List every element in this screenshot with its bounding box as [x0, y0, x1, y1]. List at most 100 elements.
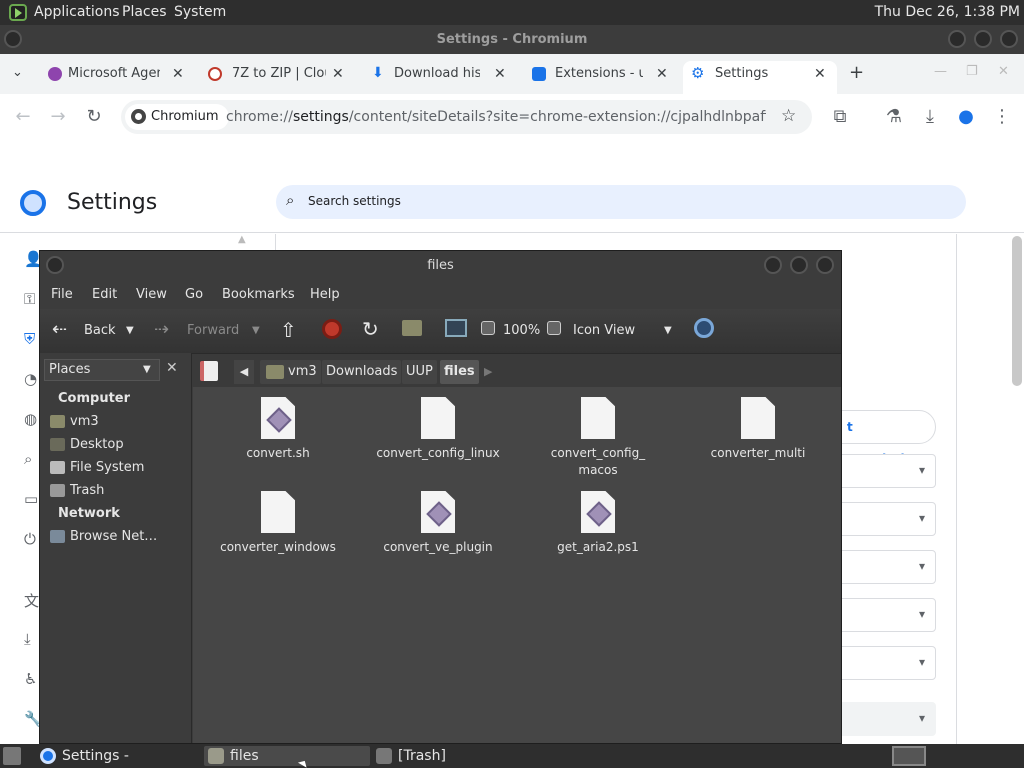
file-item[interactable]: get_aria2.ps1: [523, 491, 673, 556]
close-icon[interactable]: ✕: [494, 61, 506, 87]
minimize-icon[interactable]: —: [934, 64, 947, 79]
site-chip[interactable]: Chromium: [125, 104, 229, 130]
file-item[interactable]: convert_config_ macos: [523, 397, 673, 479]
menu-file[interactable]: File: [51, 287, 73, 302]
zoom-out-icon[interactable]: [481, 321, 495, 335]
close-sidebar-icon[interactable]: ✕: [166, 360, 178, 376]
applications-logo-icon[interactable]: [9, 4, 27, 21]
view-mode-chevron-icon[interactable]: ▼: [664, 325, 672, 336]
file-icon-view[interactable]: convert.sh convert_config_linux convert_…: [193, 387, 841, 743]
places-selector[interactable]: Places ▼: [44, 359, 160, 381]
search-settings-input[interactable]: ⌕ Search settings: [276, 185, 966, 219]
show-desktop-icon[interactable]: [3, 747, 21, 765]
task-files[interactable]: files: [204, 746, 370, 766]
downloads-icon[interactable]: ⤓: [917, 104, 943, 130]
tab-extensions[interactable]: Extensions - uB ✕: [526, 61, 686, 94]
zoom-in-icon[interactable]: [547, 321, 561, 335]
computer-icon[interactable]: [445, 319, 467, 337]
bookmark-star-icon[interactable]: ☆: [781, 106, 796, 126]
place-trash[interactable]: Trash: [50, 483, 104, 498]
profile-avatar-icon[interactable]: ●: [953, 104, 979, 130]
file-item[interactable]: converter_multi: [683, 397, 833, 462]
forward-arrow-icon[interactable]: ⇢: [154, 319, 169, 340]
crumb-uup[interactable]: UUP: [402, 360, 437, 384]
browser-toolbar: ← → ↻ Chromium chrome://settings/content…: [0, 94, 1024, 140]
close-icon[interactable]: ✕: [998, 64, 1009, 79]
tab-microsoft[interactable]: Microsoft Agen ✕: [42, 61, 192, 94]
back-button[interactable]: Back: [84, 323, 116, 338]
close-window-button[interactable]: [816, 256, 834, 274]
minimize-button[interactable]: [764, 256, 782, 274]
url-text[interactable]: chrome://settings/content/siteDetails?si…: [226, 100, 766, 134]
crumb-files[interactable]: files: [440, 360, 479, 384]
panel-clock[interactable]: Thu Dec 26, 1:38 PM: [875, 4, 1020, 20]
search-icon[interactable]: [694, 318, 714, 338]
close-icon[interactable]: ✕: [172, 61, 184, 87]
menu-bookmarks[interactable]: Bookmarks: [222, 287, 295, 302]
crumb-downloads[interactable]: Downloads: [322, 360, 402, 384]
file-manager-window: files File Edit View Go Bookmarks Help ⇠…: [39, 250, 842, 744]
extensions-icon[interactable]: ⧉: [827, 104, 853, 130]
forward-history-chevron-icon[interactable]: ▼: [252, 325, 260, 336]
address-bar[interactable]: Chromium chrome://settings/content/siteD…: [121, 100, 812, 134]
page-scrollbar[interactable]: [1012, 236, 1022, 386]
new-tab-icon[interactable]: +: [849, 62, 864, 83]
folder-icon: [208, 748, 224, 764]
home-folder-icon[interactable]: [402, 320, 422, 336]
place-browse-network[interactable]: Browse Net…: [50, 529, 157, 544]
tab-7z-to-zip[interactable]: 7Z to ZIP | Clou ✕: [202, 61, 362, 94]
menu-kebab-icon[interactable]: ⋮: [989, 104, 1015, 130]
close-window-button[interactable]: [1000, 30, 1018, 48]
file-item[interactable]: converter_windows: [203, 491, 353, 556]
back-arrow-icon[interactable]: ⇠: [52, 319, 67, 340]
cloud-icon: [208, 67, 222, 81]
menu-edit[interactable]: Edit: [92, 287, 117, 302]
labs-flask-icon[interactable]: ⚗: [881, 104, 907, 130]
tab-search-chevron-icon[interactable]: ⌄: [12, 65, 23, 80]
menu-applications[interactable]: Applications: [34, 4, 120, 20]
stop-icon[interactable]: [322, 319, 342, 339]
scroll-up-icon[interactable]: ▲: [238, 234, 248, 250]
close-icon[interactable]: ✕: [656, 61, 668, 87]
workspace-switcher[interactable]: [892, 746, 926, 766]
file-item[interactable]: convert.sh: [203, 397, 353, 462]
restore-icon[interactable]: ❐: [966, 64, 978, 79]
up-arrow-icon[interactable]: ⇧: [280, 318, 297, 342]
tab-strip: ⌄ Microsoft Agen ✕ 7Z to ZIP | Clou ✕ ⬇ …: [0, 54, 1024, 94]
menu-places[interactable]: Places: [122, 4, 167, 20]
close-icon[interactable]: ✕: [332, 61, 344, 87]
script-file-icon: [261, 397, 295, 439]
task-settings-chromium[interactable]: Settings - Chromium: [36, 746, 200, 766]
back-history-chevron-icon[interactable]: ▼: [126, 325, 134, 336]
maximize-button[interactable]: [974, 30, 992, 48]
task-trash[interactable]: [Trash]: [372, 746, 532, 766]
reload-icon[interactable]: ↻: [362, 317, 379, 341]
tab-download-history[interactable]: ⬇ Download histo ✕: [366, 61, 526, 94]
menu-help[interactable]: Help: [310, 287, 340, 302]
menu-view[interactable]: View: [136, 287, 167, 302]
back-arrow-icon[interactable]: ←: [10, 104, 36, 130]
forward-button[interactable]: Forward: [187, 323, 239, 338]
forward-arrow-icon[interactable]: →: [45, 104, 71, 130]
minimize-button[interactable]: [948, 30, 966, 48]
path-right-arrow-icon[interactable]: ▶: [484, 365, 492, 378]
tab-settings[interactable]: ⚙ Settings ✕: [683, 61, 837, 94]
close-icon[interactable]: ✕: [814, 61, 826, 87]
view-mode-select[interactable]: Icon View: [573, 323, 635, 338]
file-item[interactable]: convert_config_linux: [363, 397, 513, 462]
place-file-system[interactable]: File System: [50, 460, 144, 475]
reload-icon[interactable]: ↻: [81, 104, 107, 130]
maximize-button[interactable]: [790, 256, 808, 274]
window-menu-icon[interactable]: [4, 30, 22, 48]
home-folder-icon: [266, 365, 284, 379]
place-vm3[interactable]: vm3: [50, 414, 99, 429]
window-menu-icon[interactable]: [46, 256, 64, 274]
text-file-icon: [741, 397, 775, 439]
file-item[interactable]: convert_ve_plugin: [363, 491, 513, 556]
menu-go[interactable]: Go: [185, 287, 203, 302]
menu-system[interactable]: System: [174, 4, 226, 20]
place-desktop[interactable]: Desktop: [50, 437, 124, 452]
edit-location-icon[interactable]: [200, 361, 218, 381]
copilot-icon: [48, 67, 62, 81]
path-left-arrow-icon[interactable]: ◀: [234, 360, 254, 384]
